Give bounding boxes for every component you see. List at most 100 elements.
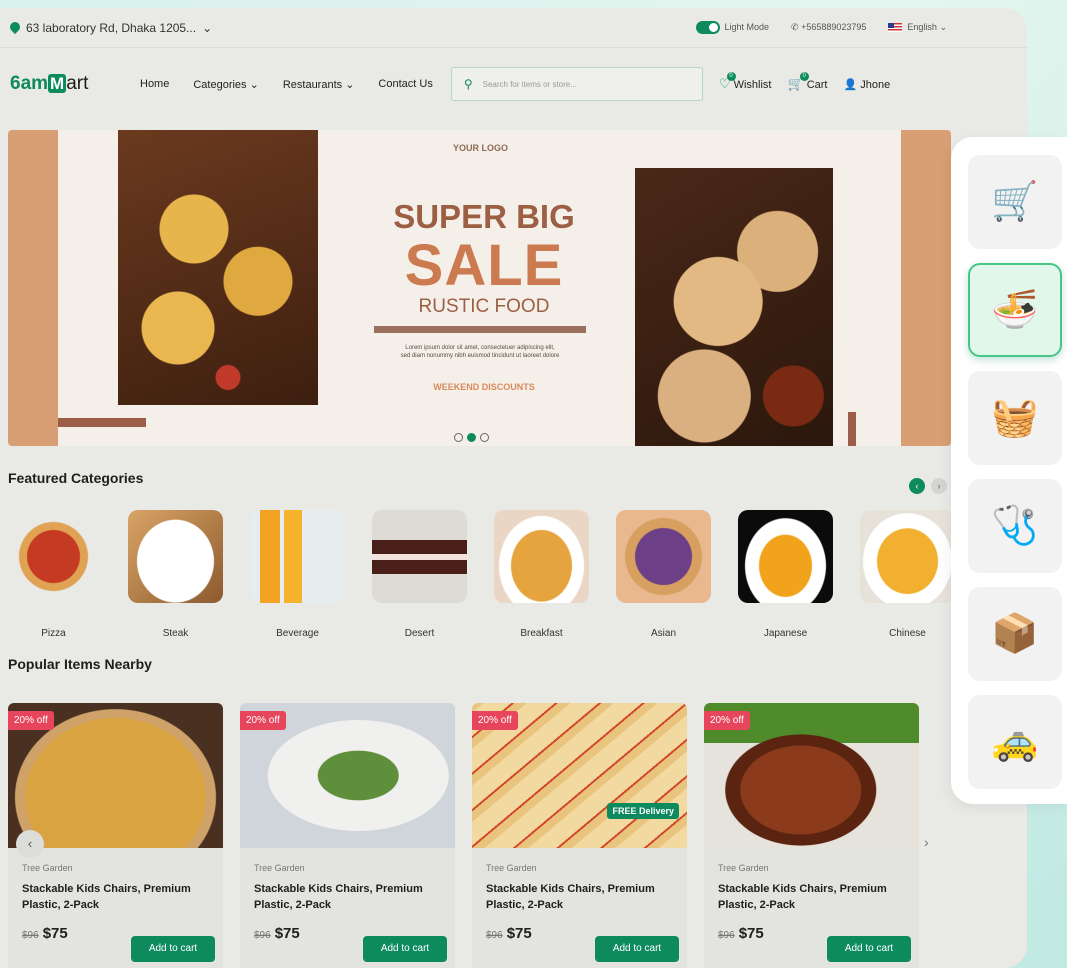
breakfast-image: [494, 510, 589, 603]
wishlist-button[interactable]: ♡ 0 Wishlist: [719, 72, 772, 92]
search-input[interactable]: ⚲ Search for items or store...: [450, 67, 703, 101]
taxi-icon[interactable]: 🚕: [968, 695, 1062, 789]
location-selector[interactable]: 63 laboratory Rd, Dhaka 1205... ⌄: [10, 21, 212, 35]
carousel-dot-active[interactable]: [467, 433, 476, 442]
theme-toggle[interactable]: Light Mode: [695, 21, 770, 34]
cart-button[interactable]: 🛒 0 Cart: [787, 72, 827, 92]
shop-cart-icon[interactable]: 🛒: [968, 155, 1062, 249]
banner-headline-2: SALE: [404, 233, 564, 298]
phone-link[interactable]: ✆ +565889023795: [791, 22, 866, 33]
category-item[interactable]: Asian: [616, 510, 711, 639]
nav-links: Home Categories ⌄ Restaurants ⌄ Contact …: [140, 78, 433, 91]
noodle-bowl-icon[interactable]: 🍜: [968, 263, 1062, 357]
steak-image: [128, 510, 223, 603]
product-name[interactable]: Stackable Kids Chairs, Premium Plastic, …: [486, 881, 676, 913]
location-pin-icon: [10, 22, 20, 34]
category-label: Asian: [650, 628, 676, 639]
nav-contact[interactable]: Contact Us: [378, 78, 432, 90]
category-label: Breakfast: [520, 628, 563, 639]
search-icon: ⚲: [463, 77, 473, 91]
category-item[interactable]: Steak: [128, 510, 223, 639]
current-price: $75: [506, 925, 532, 942]
category-item[interactable]: Japanese: [738, 510, 833, 639]
category-item[interactable]: Beverage: [250, 510, 345, 639]
top-bar: 63 laboratory Rd, Dhaka 1205... ⌄ Light …: [0, 8, 1027, 48]
add-to-cart-button[interactable]: Add to cart: [827, 936, 911, 962]
grocery-basket-icon[interactable]: 🧺: [968, 371, 1062, 465]
mode-label: Light Mode: [724, 21, 770, 32]
first-aid-kit-icon[interactable]: 🩺: [968, 479, 1062, 573]
module-switcher: 🛒 🍜 🧺 🩺 📦 🚕: [951, 137, 1067, 804]
logo-bag: M: [48, 74, 67, 93]
chinese-image: [860, 510, 955, 603]
banner-left-strip: [8, 130, 58, 446]
current-price: $75: [274, 925, 300, 942]
category-label: Desert: [404, 628, 435, 639]
shop-name: Tree Garden: [718, 863, 769, 873]
category-label: Beverage: [276, 628, 319, 639]
cart-count: 0: [799, 72, 809, 81]
carousel-dot[interactable]: [454, 433, 463, 442]
address-text: 63 laboratory Rd, Dhaka 1205...: [26, 20, 197, 35]
add-to-cart-button[interactable]: Add to cart: [595, 936, 679, 962]
category-item[interactable]: Breakfast: [494, 510, 589, 639]
language-selector[interactable]: English ⌄: [888, 22, 947, 33]
discount-badge: 20% off: [472, 711, 518, 730]
next-arrow-icon[interactable]: ›: [924, 834, 929, 850]
product-name[interactable]: Stackable Kids Chairs, Premium Plastic, …: [22, 881, 212, 913]
dessert-image: [372, 510, 467, 603]
banner-headline-3: RUSTIC FOOD: [418, 296, 550, 317]
prev-arrow-icon[interactable]: ‹: [909, 478, 925, 494]
search-placeholder: Search for items or store...: [482, 79, 577, 89]
phone-number: +565889023795: [801, 22, 867, 32]
shop-name: Tree Garden: [254, 863, 305, 873]
nav-categories[interactable]: Categories ⌄: [193, 78, 258, 91]
asian-image: [616, 510, 711, 603]
category-label: Japanese: [763, 628, 808, 639]
price: $96 $75: [486, 925, 532, 942]
main-nav: 6am Mart Home Categories ⌄ Restaurants ⌄ …: [0, 48, 1027, 120]
phone-icon: ✆: [791, 22, 802, 32]
current-price: $75: [42, 925, 68, 942]
nav-home[interactable]: Home: [140, 78, 169, 90]
nav-restaurants[interactable]: Restaurants ⌄: [283, 78, 355, 91]
beverage-image: [250, 510, 345, 603]
promo-banner[interactable]: YOUR LOGO SUPER BIG SALE RUSTIC FOOD Lor…: [8, 130, 951, 446]
chevron-down-icon: ⌄: [345, 78, 355, 91]
chevron-down-icon: ⌄: [249, 78, 259, 91]
next-arrow-icon[interactable]: ›: [931, 478, 947, 494]
site-logo[interactable]: 6am Mart: [10, 73, 140, 95]
product-name[interactable]: Stackable Kids Chairs, Premium Plastic, …: [254, 881, 444, 913]
category-item[interactable]: Pizza: [6, 510, 101, 639]
discount-badge: 20% off: [704, 711, 750, 730]
product-card[interactable]: 20% off Tree Garden Stackable Kids Chair…: [704, 703, 919, 968]
old-price: $96: [254, 930, 271, 941]
category-item[interactable]: Desert: [372, 510, 467, 639]
logo-prefix: 6am: [10, 73, 49, 94]
add-to-cart-button[interactable]: Add to cart: [363, 936, 447, 962]
wishlist-count: 0: [726, 72, 736, 81]
chevron-down-icon: ⌄: [202, 20, 213, 35]
category-list: Pizza Steak Beverage Desert Breakfast As…: [0, 510, 960, 645]
price: $96 $75: [254, 925, 300, 942]
old-price: $96: [718, 930, 735, 941]
wishlist-label: Wishlist: [733, 79, 772, 91]
banner-divider: [374, 326, 586, 333]
nav-categories-label: Categories: [193, 78, 247, 91]
banner-body: Lorem ipsum dolor sit amet, consectetuer…: [400, 345, 560, 359]
product-name[interactable]: Stackable Kids Chairs, Premium Plastic, …: [718, 881, 908, 913]
add-to-cart-button[interactable]: Add to cart: [131, 936, 215, 962]
current-price: $75: [738, 925, 764, 942]
heart-icon: ♡ 0: [719, 72, 736, 91]
carousel-dot[interactable]: [480, 433, 489, 442]
user-profile[interactable]: 👤 Jhone: [843, 78, 890, 91]
banner-right-strip: [901, 130, 951, 446]
popular-items-list: 20% off Tree Garden Stackable Kids Chair…: [8, 703, 948, 968]
parcel-icon[interactable]: 📦: [968, 587, 1062, 681]
category-item[interactable]: Chinese: [860, 510, 955, 639]
app-window: 63 laboratory Rd, Dhaka 1205... ⌄ Light …: [0, 8, 1027, 968]
toggle-switch-icon: [695, 21, 720, 34]
product-card[interactable]: 20% off FREE Delivery Tree Garden Stacka…: [472, 703, 687, 968]
prev-arrow-icon[interactable]: ‹: [16, 830, 44, 858]
product-card[interactable]: 20% off Tree Garden Stackable Kids Chair…: [240, 703, 455, 968]
